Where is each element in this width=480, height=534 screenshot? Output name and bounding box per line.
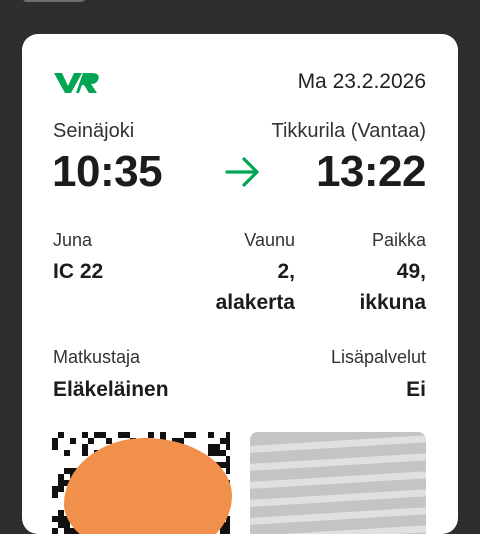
status-bar-fragment xyxy=(22,0,86,2)
car-number: 2, xyxy=(277,260,295,283)
seat-type: ikkuna xyxy=(359,291,426,314)
passenger-label: Matkustaja xyxy=(53,347,141,367)
departure-time: 10:35 xyxy=(52,147,163,196)
passenger-value: Eläkeläinen xyxy=(53,378,169,401)
car-deck: alakerta xyxy=(215,291,295,314)
arrival-time: 13:22 xyxy=(315,147,427,196)
extras-value: Ei xyxy=(406,378,426,401)
car-value: 2, alakerta xyxy=(216,256,295,318)
ticket-card[interactable]: Ma 23.2.2026 Seinäjoki Tikkurila (Vantaa… xyxy=(22,34,458,534)
extras-label: Lisäpalvelut xyxy=(330,347,426,367)
train-label: Juna xyxy=(53,230,93,250)
seat-number: 49, xyxy=(396,260,426,283)
travel-date: Ma 23.2.2026 xyxy=(297,70,426,93)
arrow-right-icon xyxy=(225,157,259,187)
striped-image-icon xyxy=(250,432,426,534)
departure-station: Seinäjoki xyxy=(53,120,135,142)
arrival-station: Tikkurila (Vantaa) xyxy=(271,120,427,142)
vr-logo-icon xyxy=(54,73,99,93)
car-label: Vaunu xyxy=(244,230,295,250)
seat-label: Paikka xyxy=(371,230,426,250)
seat-value: 49, ikkuna xyxy=(359,256,426,318)
train-value: IC 22 xyxy=(53,260,104,283)
ticket-image xyxy=(250,432,426,534)
